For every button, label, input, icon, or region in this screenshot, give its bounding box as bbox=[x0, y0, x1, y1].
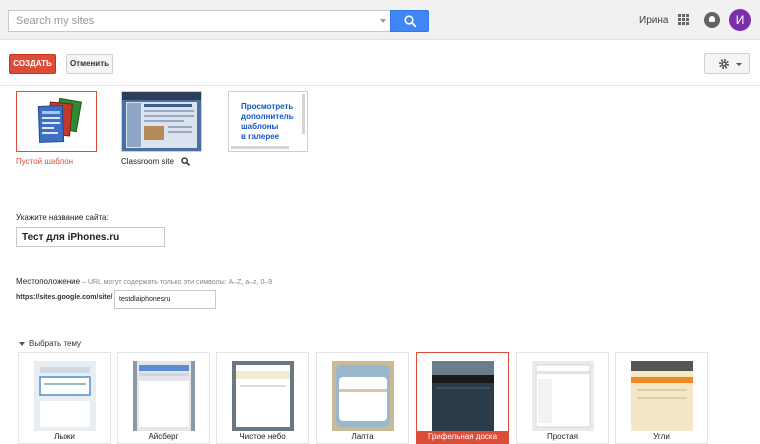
theme-thumbnail bbox=[232, 361, 294, 431]
gallery-link-box[interactable]: Просмотреть дополнитель шаблоны в галере… bbox=[228, 91, 308, 152]
settings-button[interactable] bbox=[704, 53, 750, 74]
search-input[interactable]: Search my sites bbox=[8, 10, 390, 32]
location-label-text: Местоположение bbox=[16, 277, 81, 286]
theme-card[interactable]: Лыжи bbox=[18, 352, 111, 444]
theme-card[interactable]: Грифельная доска bbox=[416, 352, 509, 444]
site-name-label: Укажите название сайта: bbox=[16, 213, 109, 222]
theme-card[interactable]: Чистое небо bbox=[216, 352, 309, 444]
theme-name: Простая bbox=[546, 432, 578, 441]
theme-name: Чистое небо bbox=[239, 432, 286, 441]
url-input[interactable]: testdlaiphonesru bbox=[114, 290, 216, 309]
choose-theme-label: Выбрать тему bbox=[29, 339, 82, 348]
classroom-preview-image bbox=[122, 92, 201, 151]
choose-theme-toggle[interactable]: Выбрать тему bbox=[19, 339, 81, 348]
avatar[interactable]: И bbox=[729, 9, 751, 31]
theme-name: Лыжи bbox=[54, 432, 75, 441]
theme-thumbnail bbox=[34, 361, 96, 431]
theme-card[interactable]: Простая bbox=[516, 352, 609, 444]
theme-card[interactable]: Угли bbox=[615, 352, 708, 444]
template-blank[interactable]: Пустой шаблон bbox=[16, 91, 98, 171]
theme-name: Грифельная доска bbox=[417, 431, 508, 443]
theme-name: Айсберг bbox=[148, 432, 179, 441]
user-name[interactable]: Ирина bbox=[639, 15, 668, 26]
gallery-link-line: в галерее bbox=[241, 132, 280, 141]
search-button[interactable] bbox=[390, 10, 429, 32]
location-hint: – URL могут содержать только эти символы… bbox=[80, 279, 273, 286]
search-placeholder: Search my sites bbox=[16, 15, 95, 27]
magnifier-icon[interactable] bbox=[181, 157, 190, 166]
search-icon bbox=[404, 15, 417, 28]
theme-name: Лапта bbox=[351, 432, 374, 441]
gallery-scrollbar[interactable] bbox=[302, 94, 305, 134]
gallery-link-text[interactable]: Просмотреть дополнитель шаблоны в галере… bbox=[241, 102, 294, 142]
template-gallery-link[interactable]: Просмотреть дополнитель шаблоны в галере… bbox=[228, 91, 310, 153]
cancel-button[interactable]: Отменить bbox=[66, 54, 113, 74]
theme-thumbnail bbox=[332, 361, 394, 431]
blank-template-icon bbox=[37, 97, 83, 143]
url-prefix: https://sites.google.com/site/ bbox=[16, 294, 113, 301]
notifications-icon[interactable] bbox=[704, 12, 720, 28]
theme-thumbnail bbox=[133, 361, 195, 431]
template-classroom-label[interactable]: Classroom site bbox=[121, 157, 174, 166]
template-blank-label[interactable]: Пустой шаблон bbox=[16, 157, 73, 166]
theme-card[interactable]: Айсберг bbox=[117, 352, 210, 444]
create-button[interactable]: СОЗДАТЬ bbox=[9, 54, 56, 74]
top-bar: Search my sites Ирина И bbox=[0, 0, 760, 40]
theme-name: Угли bbox=[653, 432, 670, 441]
theme-thumbnail bbox=[631, 361, 693, 431]
site-name-input[interactable]: Тест для iPhones.ru bbox=[16, 227, 165, 247]
gear-icon bbox=[719, 59, 729, 69]
template-classroom-thumbnail[interactable] bbox=[121, 91, 202, 152]
theme-thumbnail bbox=[432, 361, 494, 431]
theme-thumbnail bbox=[532, 361, 594, 431]
caret-down-icon bbox=[736, 63, 742, 66]
gallery-link-line: дополнитель bbox=[241, 112, 294, 121]
action-toolbar: СОЗДАТЬ Отменить bbox=[0, 40, 760, 86]
template-blank-thumbnail[interactable] bbox=[16, 91, 97, 152]
theme-card[interactable]: Лапта bbox=[316, 352, 409, 444]
search-options-caret-icon[interactable] bbox=[380, 19, 386, 23]
location-label: Местоположение – URL могут содержать тол… bbox=[16, 277, 272, 286]
template-classroom[interactable]: Classroom site bbox=[121, 91, 206, 171]
gallery-link-line: шаблоны bbox=[241, 122, 279, 131]
gallery-link-line: Просмотреть bbox=[241, 102, 294, 111]
caret-down-icon bbox=[19, 341, 25, 346]
gallery-h-scrollbar[interactable] bbox=[231, 146, 289, 149]
apps-grid-icon[interactable] bbox=[678, 14, 690, 26]
